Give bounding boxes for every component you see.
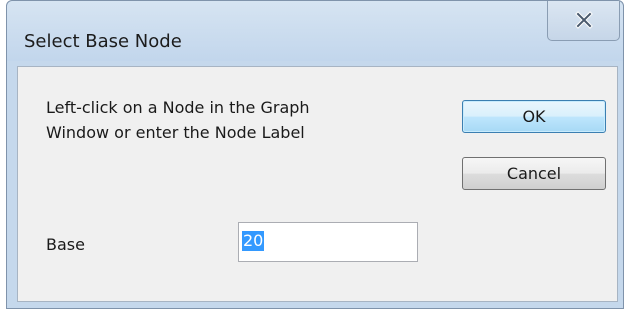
instruction-line-1: Left-click on a Node in the Graph (46, 98, 310, 117)
dialog-window: Select Base Node Left-click on a Node in… (6, 0, 624, 309)
cancel-button[interactable]: Cancel (462, 157, 606, 190)
dialog-title: Select Base Node (24, 31, 182, 52)
dialog-body: Left-click on a Node in the Graph Window… (17, 66, 618, 302)
title-bar[interactable]: Select Base Node (7, 1, 623, 61)
close-button[interactable] (547, 1, 620, 41)
base-label: Base (46, 235, 85, 254)
instruction-text: Left-click on a Node in the Graph Window… (46, 95, 310, 145)
base-input-value: 20 (242, 231, 265, 251)
close-icon (575, 11, 593, 29)
instruction-line-2: Window or enter the Node Label (46, 123, 305, 142)
base-input[interactable]: 20 (238, 222, 418, 262)
ok-button[interactable]: OK (462, 100, 606, 133)
